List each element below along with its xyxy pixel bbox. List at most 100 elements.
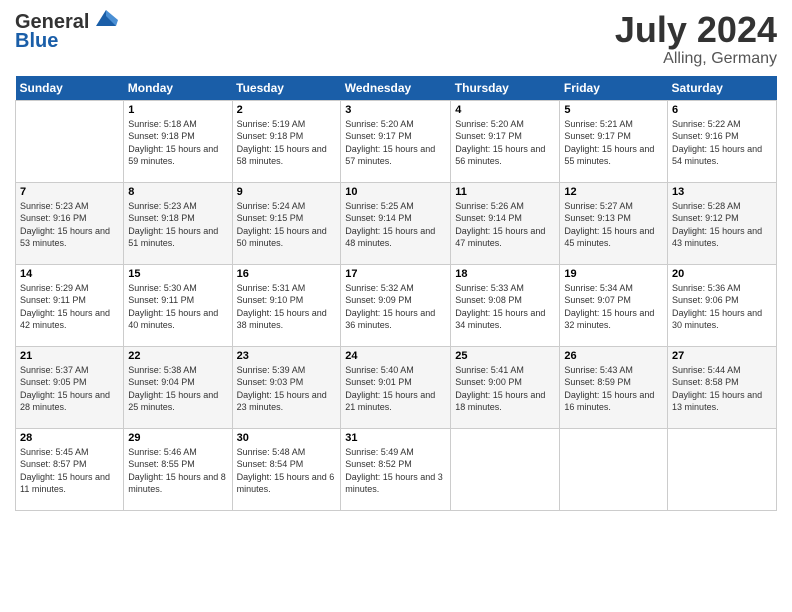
calendar-cell: 2 Sunrise: 5:19 AMSunset: 9:18 PMDaylight… [232, 100, 341, 182]
calendar-cell: 29 Sunrise: 5:46 AMSunset: 8:55 PMDayligh… [124, 428, 232, 510]
day-number: 30 [237, 432, 337, 444]
calendar-cell: 31 Sunrise: 5:49 AMSunset: 8:52 PMDayligh… [341, 428, 451, 510]
calendar-cell: 14 Sunrise: 5:29 AMSunset: 9:11 PMDayligh… [16, 264, 124, 346]
weekday-header-wednesday: Wednesday [341, 76, 451, 101]
day-info: Sunrise: 5:19 AMSunset: 9:18 PMDaylight:… [237, 118, 337, 168]
day-number: 22 [128, 350, 227, 362]
day-info: Sunrise: 5:31 AMSunset: 9:10 PMDaylight:… [237, 282, 337, 332]
day-info: Sunrise: 5:30 AMSunset: 9:11 PMDaylight:… [128, 282, 227, 332]
day-number: 5 [564, 104, 663, 116]
day-number: 12 [564, 186, 663, 198]
calendar-cell: 3 Sunrise: 5:20 AMSunset: 9:17 PMDaylight… [341, 100, 451, 182]
day-number: 19 [564, 268, 663, 280]
calendar-week-2: 7Sunrise: 5:23 AMSunset: 9:16 PMDaylight… [16, 182, 777, 264]
day-number: 3 [345, 104, 446, 116]
day-number: 15 [128, 268, 227, 280]
weekday-header-monday: Monday [124, 76, 232, 101]
day-number: 18 [455, 268, 555, 280]
calendar-table: SundayMondayTuesdayWednesdayThursdayFrid… [15, 76, 777, 511]
calendar-cell: 22 Sunrise: 5:38 AMSunset: 9:04 PMDayligh… [124, 346, 232, 428]
calendar-cell: 13 Sunrise: 5:28 AMSunset: 9:12 PMDayligh… [668, 182, 777, 264]
day-number: 14 [20, 268, 119, 280]
day-info: Sunrise: 5:21 AMSunset: 9:17 PMDaylight:… [564, 118, 663, 168]
day-number: 25 [455, 350, 555, 362]
day-info: Sunrise: 5:39 AMSunset: 9:03 PMDaylight:… [237, 364, 337, 414]
calendar-cell: 26 Sunrise: 5:43 AMSunset: 8:59 PMDayligh… [560, 346, 668, 428]
day-number: 11 [455, 186, 555, 198]
day-info: Sunrise: 5:28 AMSunset: 9:12 PMDaylight:… [672, 200, 772, 250]
weekday-header-thursday: Thursday [451, 76, 560, 101]
day-info: Sunrise: 5:34 AMSunset: 9:07 PMDaylight:… [564, 282, 663, 332]
day-number: 26 [564, 350, 663, 362]
calendar-cell: 23 Sunrise: 5:39 AMSunset: 9:03 PMDayligh… [232, 346, 341, 428]
day-info: Sunrise: 5:23 AMSunset: 9:18 PMDaylight:… [128, 200, 227, 250]
calendar-cell: 1 Sunrise: 5:18 AMSunset: 9:18 PMDaylight… [124, 100, 232, 182]
day-info: Sunrise: 5:38 AMSunset: 9:04 PMDaylight:… [128, 364, 227, 414]
calendar-cell: 28 Sunrise: 5:45 AMSunset: 8:57 PMDayligh… [16, 428, 124, 510]
day-info: Sunrise: 5:48 AMSunset: 8:54 PMDaylight:… [237, 446, 337, 496]
calendar-cell [451, 428, 560, 510]
day-info: Sunrise: 5:43 AMSunset: 8:59 PMDaylight:… [564, 364, 663, 414]
page: General Blue July 2024 Alling, Germany S… [0, 0, 792, 612]
day-info: Sunrise: 5:20 AMSunset: 9:17 PMDaylight:… [455, 118, 555, 168]
day-info: Sunrise: 5:26 AMSunset: 9:14 PMDaylight:… [455, 200, 555, 250]
weekday-header-friday: Friday [560, 76, 668, 101]
day-info: Sunrise: 5:46 AMSunset: 8:55 PMDaylight:… [128, 446, 227, 496]
day-info: Sunrise: 5:41 AMSunset: 9:00 PMDaylight:… [455, 364, 555, 414]
day-info: Sunrise: 5:29 AMSunset: 9:11 PMDaylight:… [20, 282, 119, 332]
day-number: 29 [128, 432, 227, 444]
calendar-cell: 12Sunrise: 5:27 AMSunset: 9:13 PMDayligh… [560, 182, 668, 264]
day-info: Sunrise: 5:22 AMSunset: 9:16 PMDaylight:… [672, 118, 772, 168]
day-info: Sunrise: 5:32 AMSunset: 9:09 PMDaylight:… [345, 282, 446, 332]
location: Alling, Germany [615, 50, 777, 68]
calendar-cell: 21Sunrise: 5:37 AMSunset: 9:05 PMDayligh… [16, 346, 124, 428]
day-number: 13 [672, 186, 772, 198]
day-info: Sunrise: 5:45 AMSunset: 8:57 PMDaylight:… [20, 446, 119, 496]
day-number: 31 [345, 432, 446, 444]
calendar-cell: 8 Sunrise: 5:23 AMSunset: 9:18 PMDaylight… [124, 182, 232, 264]
calendar-cell: 18Sunrise: 5:33 AMSunset: 9:08 PMDayligh… [451, 264, 560, 346]
calendar-cell: 11 Sunrise: 5:26 AMSunset: 9:14 PMDayligh… [451, 182, 560, 264]
day-number: 24 [345, 350, 446, 362]
day-number: 20 [672, 268, 772, 280]
day-number: 16 [237, 268, 337, 280]
calendar-cell: 5 Sunrise: 5:21 AMSunset: 9:17 PMDaylight… [560, 100, 668, 182]
day-number: 27 [672, 350, 772, 362]
day-number: 7 [20, 186, 119, 198]
day-number: 4 [455, 104, 555, 116]
calendar-cell: 16 Sunrise: 5:31 AMSunset: 9:10 PMDayligh… [232, 264, 341, 346]
day-number: 28 [20, 432, 119, 444]
month-year: July 2024 [615, 10, 777, 50]
calendar-cell: 15 Sunrise: 5:30 AMSunset: 9:11 PMDayligh… [124, 264, 232, 346]
day-number: 8 [128, 186, 227, 198]
calendar-cell: 4 Sunrise: 5:20 AMSunset: 9:17 PMDaylight… [451, 100, 560, 182]
calendar-week-4: 21Sunrise: 5:37 AMSunset: 9:05 PMDayligh… [16, 346, 777, 428]
calendar-cell: 20 Sunrise: 5:36 AMSunset: 9:06 PMDayligh… [668, 264, 777, 346]
calendar-cell [16, 100, 124, 182]
day-number: 1 [128, 104, 227, 116]
day-number: 23 [237, 350, 337, 362]
calendar-cell: 10 Sunrise: 5:25 AMSunset: 9:14 PMDayligh… [341, 182, 451, 264]
calendar-cell [668, 428, 777, 510]
day-info: Sunrise: 5:40 AMSunset: 9:01 PMDaylight:… [345, 364, 446, 414]
logo-blue: Blue [15, 30, 120, 52]
day-info: Sunrise: 5:20 AMSunset: 9:17 PMDaylight:… [345, 118, 446, 168]
calendar-week-3: 14 Sunrise: 5:29 AMSunset: 9:11 PMDayligh… [16, 264, 777, 346]
day-info: Sunrise: 5:36 AMSunset: 9:06 PMDaylight:… [672, 282, 772, 332]
day-number: 10 [345, 186, 446, 198]
header: General Blue July 2024 Alling, Germany [15, 10, 777, 68]
calendar-cell: 30 Sunrise: 5:48 AMSunset: 8:54 PMDayligh… [232, 428, 341, 510]
day-info: Sunrise: 5:24 AMSunset: 9:15 PMDaylight:… [237, 200, 337, 250]
calendar-cell: 17 Sunrise: 5:32 AMSunset: 9:09 PMDayligh… [341, 264, 451, 346]
weekday-header-sunday: Sunday [16, 76, 124, 101]
day-number: 17 [345, 268, 446, 280]
calendar-week-5: 28 Sunrise: 5:45 AMSunset: 8:57 PMDayligh… [16, 428, 777, 510]
calendar-week-1: 1 Sunrise: 5:18 AMSunset: 9:18 PMDaylight… [16, 100, 777, 182]
day-info: Sunrise: 5:37 AMSunset: 9:05 PMDaylight:… [20, 364, 119, 414]
day-info: Sunrise: 5:18 AMSunset: 9:18 PMDaylight:… [128, 118, 227, 168]
day-number: 2 [237, 104, 337, 116]
day-info: Sunrise: 5:25 AMSunset: 9:14 PMDaylight:… [345, 200, 446, 250]
day-number: 9 [237, 186, 337, 198]
logo: General Blue [15, 10, 120, 52]
day-info: Sunrise: 5:49 AMSunset: 8:52 PMDaylight:… [345, 446, 446, 496]
